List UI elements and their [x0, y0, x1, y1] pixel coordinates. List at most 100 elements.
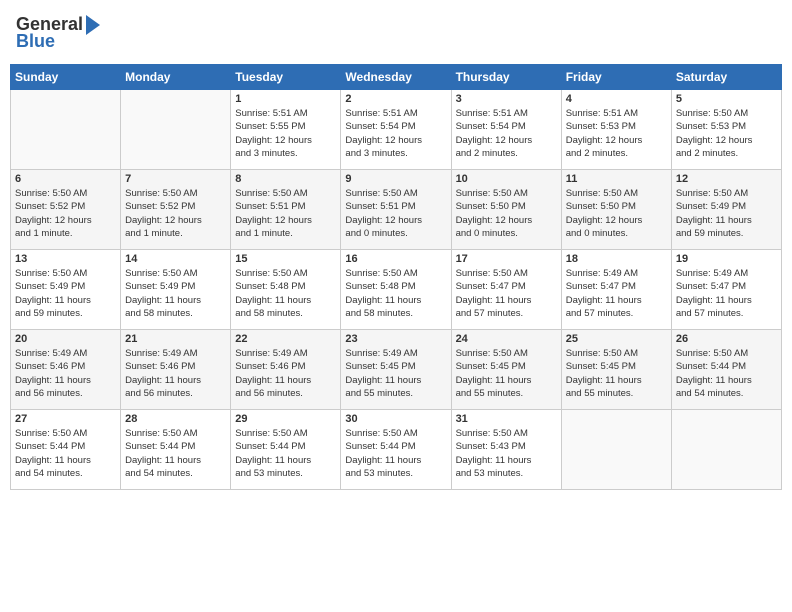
day-info: Sunrise: 5:50 AM Sunset: 5:49 PM Dayligh…: [15, 267, 116, 320]
day-info: Sunrise: 5:50 AM Sunset: 5:49 PM Dayligh…: [676, 187, 777, 240]
calendar-cell: [671, 410, 781, 490]
day-number: 16: [345, 253, 446, 265]
day-header: Thursday: [451, 65, 561, 90]
calendar-cell: [121, 90, 231, 170]
calendar-cell: 2Sunrise: 5:51 AM Sunset: 5:54 PM Daylig…: [341, 90, 451, 170]
day-number: 7: [125, 173, 226, 185]
day-info: Sunrise: 5:50 AM Sunset: 5:49 PM Dayligh…: [125, 267, 226, 320]
day-number: 15: [235, 253, 336, 265]
day-number: 1: [235, 93, 336, 105]
calendar-cell: 14 Sunrise: 5:50 AM Sunset: 5:49 PM Dayli…: [121, 250, 231, 330]
calendar-week-row: 6 Sunrise: 5:50 AM Sunset: 5:52 PM Daylig…: [11, 170, 782, 250]
day-info: Sunrise: 5:50 AM Sunset: 5:52 PM Dayligh…: [125, 187, 226, 240]
day-info: Sunrise: 5:50 AM Sunset: 5:45 PM Dayligh…: [456, 347, 557, 400]
day-number: 8: [235, 173, 336, 185]
calendar-week-row: 1 Sunrise: 5:51 AM Sunset: 5:55 PM Daylig…: [11, 90, 782, 170]
day-info: Sunrise: 5:51 AM Sunset: 5:53 PM Dayligh…: [566, 107, 667, 160]
calendar-cell: 25 Sunrise: 5:50 AM Sunset: 5:45 PM Dayli…: [561, 330, 671, 410]
day-number: 29: [235, 413, 336, 425]
day-number: 26: [676, 333, 777, 345]
day-number: 5: [676, 93, 777, 105]
day-info: Sunrise: 5:50 AM Sunset: 5:50 PM Dayligh…: [566, 187, 667, 240]
calendar-cell: 10 Sunrise: 5:50 AM Sunset: 5:50 PM Dayli…: [451, 170, 561, 250]
day-info: Sunrise: 5:50 AM Sunset: 5:48 PM Dayligh…: [235, 267, 336, 320]
day-info: Sunrise: 5:49 AM Sunset: 5:45 PM Dayligh…: [345, 347, 446, 400]
calendar-cell: 9 Sunrise: 5:50 AM Sunset: 5:51 PM Daylig…: [341, 170, 451, 250]
day-info: Sunrise: 5:50 AM Sunset: 5:48 PM Dayligh…: [345, 267, 446, 320]
day-number: 14: [125, 253, 226, 265]
day-header: Saturday: [671, 65, 781, 90]
calendar-cell: 3Sunrise: 5:51 AM Sunset: 5:54 PM Daylig…: [451, 90, 561, 170]
logo-arrow-icon: [86, 15, 100, 35]
day-number: 4: [566, 93, 667, 105]
calendar-week-row: 20 Sunrise: 5:49 AM Sunset: 5:46 PM Dayli…: [11, 330, 782, 410]
day-number: 9: [345, 173, 446, 185]
day-header: Friday: [561, 65, 671, 90]
day-number: 24: [456, 333, 557, 345]
day-info: Sunrise: 5:49 AM Sunset: 5:47 PM Dayligh…: [676, 267, 777, 320]
calendar-cell: 21 Sunrise: 5:49 AM Sunset: 5:46 PM Dayli…: [121, 330, 231, 410]
day-info: Sunrise: 5:50 AM Sunset: 5:51 PM Dayligh…: [345, 187, 446, 240]
calendar-cell: 16 Sunrise: 5:50 AM Sunset: 5:48 PM Dayli…: [341, 250, 451, 330]
day-info: Sunrise: 5:50 AM Sunset: 5:45 PM Dayligh…: [566, 347, 667, 400]
day-number: 20: [15, 333, 116, 345]
calendar-cell: 27 Sunrise: 5:50 AM Sunset: 5:44 PM Dayli…: [11, 410, 121, 490]
calendar-cell: 4 Sunrise: 5:51 AM Sunset: 5:53 PM Daylig…: [561, 90, 671, 170]
day-info: Sunrise: 5:49 AM Sunset: 5:46 PM Dayligh…: [125, 347, 226, 400]
day-number: 25: [566, 333, 667, 345]
day-info: Sunrise: 5:49 AM Sunset: 5:47 PM Dayligh…: [566, 267, 667, 320]
day-number: 18: [566, 253, 667, 265]
calendar-header-row: SundayMondayTuesdayWednesdayThursdayFrid…: [11, 65, 782, 90]
calendar-cell: 15 Sunrise: 5:50 AM Sunset: 5:48 PM Dayli…: [231, 250, 341, 330]
day-number: 13: [15, 253, 116, 265]
day-number: 27: [15, 413, 116, 425]
calendar-cell: 30 Sunrise: 5:50 AM Sunset: 5:44 PM Dayli…: [341, 410, 451, 490]
calendar-cell: 12 Sunrise: 5:50 AM Sunset: 5:49 PM Dayli…: [671, 170, 781, 250]
day-info: Sunrise: 5:50 AM Sunset: 5:47 PM Dayligh…: [456, 267, 557, 320]
day-header: Wednesday: [341, 65, 451, 90]
day-info: Sunrise: 5:51 AM Sunset: 5:54 PM Dayligh…: [456, 107, 557, 160]
logo-blue-text: Blue: [16, 31, 55, 52]
day-info: Sunrise: 5:50 AM Sunset: 5:50 PM Dayligh…: [456, 187, 557, 240]
day-info: Sunrise: 5:50 AM Sunset: 5:44 PM Dayligh…: [125, 427, 226, 480]
calendar-cell: 31 Sunrise: 5:50 AM Sunset: 5:43 PM Dayli…: [451, 410, 561, 490]
day-number: 28: [125, 413, 226, 425]
day-info: Sunrise: 5:50 AM Sunset: 5:44 PM Dayligh…: [345, 427, 446, 480]
day-info: Sunrise: 5:50 AM Sunset: 5:53 PM Dayligh…: [676, 107, 777, 160]
calendar-cell: 7 Sunrise: 5:50 AM Sunset: 5:52 PM Daylig…: [121, 170, 231, 250]
day-number: 21: [125, 333, 226, 345]
calendar-cell: 6 Sunrise: 5:50 AM Sunset: 5:52 PM Daylig…: [11, 170, 121, 250]
day-info: Sunrise: 5:50 AM Sunset: 5:44 PM Dayligh…: [235, 427, 336, 480]
day-number: 2: [345, 93, 446, 105]
day-number: 31: [456, 413, 557, 425]
calendar-cell: 8 Sunrise: 5:50 AM Sunset: 5:51 PM Daylig…: [231, 170, 341, 250]
calendar-cell: 17 Sunrise: 5:50 AM Sunset: 5:47 PM Dayli…: [451, 250, 561, 330]
calendar-cell: 22 Sunrise: 5:49 AM Sunset: 5:46 PM Dayli…: [231, 330, 341, 410]
calendar-cell: [11, 90, 121, 170]
day-number: 12: [676, 173, 777, 185]
calendar-cell: 24 Sunrise: 5:50 AM Sunset: 5:45 PM Dayli…: [451, 330, 561, 410]
day-info: Sunrise: 5:51 AM Sunset: 5:55 PM Dayligh…: [235, 107, 336, 160]
day-number: 10: [456, 173, 557, 185]
day-number: 19: [676, 253, 777, 265]
day-info: Sunrise: 5:50 AM Sunset: 5:43 PM Dayligh…: [456, 427, 557, 480]
day-number: 22: [235, 333, 336, 345]
day-info: Sunrise: 5:50 AM Sunset: 5:51 PM Dayligh…: [235, 187, 336, 240]
calendar-cell: 29 Sunrise: 5:50 AM Sunset: 5:44 PM Dayli…: [231, 410, 341, 490]
calendar-cell: 20Sunrise: 5:49 AM Sunset: 5:46 PM Dayli…: [11, 330, 121, 410]
calendar-cell: [561, 410, 671, 490]
calendar-cell: 1 Sunrise: 5:51 AM Sunset: 5:55 PM Daylig…: [231, 90, 341, 170]
day-info: Sunrise: 5:50 AM Sunset: 5:44 PM Dayligh…: [15, 427, 116, 480]
day-info: Sunrise: 5:50 AM Sunset: 5:52 PM Dayligh…: [15, 187, 116, 240]
day-info: Sunrise: 5:49 AM Sunset: 5:46 PM Dayligh…: [235, 347, 336, 400]
calendar-cell: 26 Sunrise: 5:50 AM Sunset: 5:44 PM Dayli…: [671, 330, 781, 410]
calendar-cell: 28 Sunrise: 5:50 AM Sunset: 5:44 PM Dayli…: [121, 410, 231, 490]
day-number: 30: [345, 413, 446, 425]
day-header: Monday: [121, 65, 231, 90]
calendar-week-row: 13 Sunrise: 5:50 AM Sunset: 5:49 PM Dayli…: [11, 250, 782, 330]
day-number: 17: [456, 253, 557, 265]
day-number: 23: [345, 333, 446, 345]
day-number: 6: [15, 173, 116, 185]
day-info: Sunrise: 5:50 AM Sunset: 5:44 PM Dayligh…: [676, 347, 777, 400]
logo: General Blue: [16, 14, 100, 52]
